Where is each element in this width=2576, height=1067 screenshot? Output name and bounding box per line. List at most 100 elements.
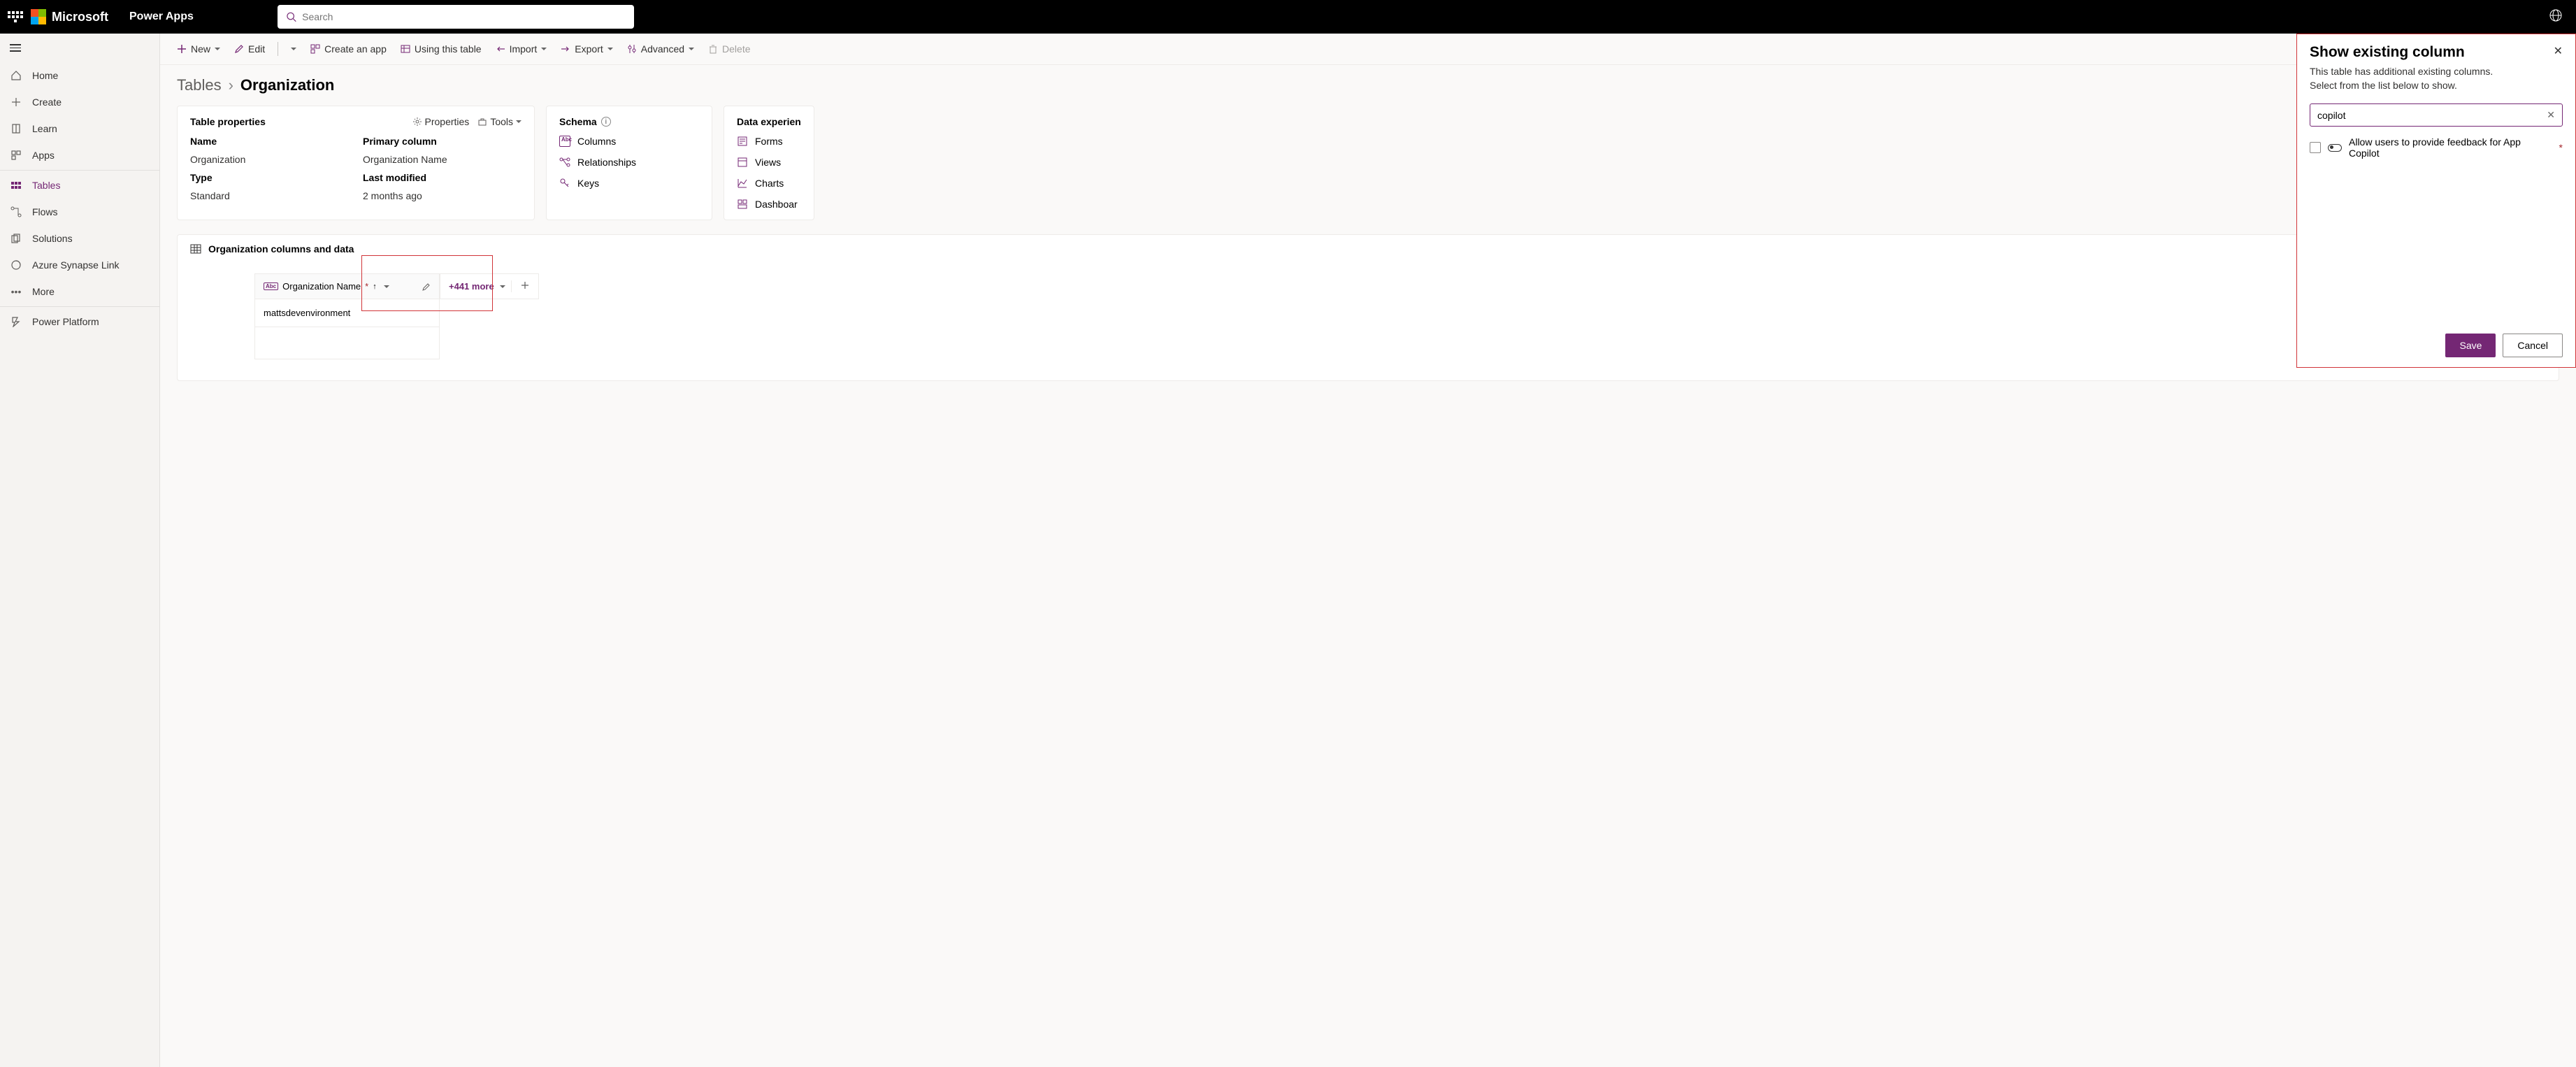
keys-icon xyxy=(559,178,570,189)
breadcrumb-separator: › xyxy=(229,76,233,94)
schema-keys[interactable]: Keys xyxy=(559,178,699,189)
hamburger-icon[interactable] xyxy=(0,34,159,62)
edit-dropdown[interactable] xyxy=(285,43,302,55)
chevron-down-icon xyxy=(291,48,296,50)
close-icon[interactable]: ✕ xyxy=(2554,44,2563,58)
tables-icon xyxy=(10,179,22,192)
exp-charts[interactable]: Charts xyxy=(737,178,801,189)
delete-button[interactable]: Delete xyxy=(703,39,756,59)
charts-icon xyxy=(737,178,748,189)
plus-icon xyxy=(177,44,187,54)
card-title: Data experien xyxy=(737,116,801,127)
toolbox-icon xyxy=(477,117,487,127)
prop-value-primary: Organization Name xyxy=(363,154,521,165)
import-icon xyxy=(496,44,505,54)
advanced-button[interactable]: Advanced xyxy=(621,39,700,59)
globe-icon[interactable] xyxy=(2549,9,2562,25)
create-app-button[interactable]: Create an app xyxy=(305,39,392,59)
sidebar-item-flows[interactable]: Flows xyxy=(0,199,159,225)
show-existing-column-panel: Show existing column ✕ This table has ad… xyxy=(2296,34,2576,368)
pencil-icon xyxy=(234,44,244,54)
exp-forms[interactable]: Forms xyxy=(737,136,801,147)
synapse-icon xyxy=(10,259,22,271)
relationships-icon xyxy=(559,157,570,168)
apps-icon xyxy=(10,149,22,162)
columns-icon: Abc xyxy=(559,136,570,147)
breadcrumb-parent[interactable]: Tables xyxy=(177,76,222,94)
gear-icon xyxy=(412,117,422,127)
chevron-down-icon xyxy=(607,48,613,50)
sidebar-item-home[interactable]: Home xyxy=(0,62,159,89)
sidebar-label: Apps xyxy=(32,150,55,161)
sidebar-item-apps[interactable]: Apps xyxy=(0,142,159,169)
chevron-down-icon xyxy=(689,48,694,50)
required-indicator: * xyxy=(2559,142,2563,153)
dashboard-icon xyxy=(737,199,748,210)
using-table-button[interactable]: Using this table xyxy=(395,39,487,59)
search-icon xyxy=(286,11,296,22)
sidebar-label: More xyxy=(32,286,55,297)
exp-dashboards[interactable]: Dashboar xyxy=(737,199,801,210)
sidebar-item-create[interactable]: Create xyxy=(0,89,159,115)
trash-icon xyxy=(708,44,718,54)
brand-name: Microsoft xyxy=(52,10,108,24)
sidebar-label: Create xyxy=(32,96,62,108)
prop-label-name: Name xyxy=(190,136,349,147)
sidebar-item-tables[interactable]: Tables xyxy=(0,172,159,199)
tools-button[interactable]: Tools xyxy=(477,116,521,127)
import-button[interactable]: Import xyxy=(490,39,553,59)
toggle-type-icon xyxy=(2328,144,2342,152)
more-icon: ••• xyxy=(10,285,22,298)
data-cell[interactable]: mattsdevenvironment xyxy=(254,299,440,327)
sidebar-item-power-platform[interactable]: Power Platform xyxy=(0,308,159,335)
panel-search-input[interactable]: ✕ xyxy=(2310,103,2563,127)
export-button[interactable]: Export xyxy=(555,39,618,59)
sidebar-item-solutions[interactable]: Solutions xyxy=(0,225,159,252)
command-bar: New Edit Create an app Using this table … xyxy=(160,34,2576,65)
plus-icon xyxy=(10,96,22,108)
sidebar: Home Create Learn Apps Tables Flows Solu… xyxy=(0,34,160,1067)
columns-data-section: Organization columns and data Abc Organi… xyxy=(177,234,2559,381)
sidebar-label: Learn xyxy=(32,123,57,134)
prop-label-modified: Last modified xyxy=(363,172,521,183)
search-input[interactable] xyxy=(2317,110,2547,121)
search-box[interactable] xyxy=(278,5,634,29)
new-button[interactable]: New xyxy=(171,39,226,59)
required-indicator: * xyxy=(365,281,368,292)
edit-button[interactable]: Edit xyxy=(229,39,271,59)
views-icon xyxy=(737,157,748,168)
more-columns-button[interactable]: +441 more xyxy=(440,273,539,299)
app-launcher-icon[interactable] xyxy=(7,8,24,25)
schema-columns[interactable]: Abc Columns xyxy=(559,136,699,147)
add-column-button[interactable] xyxy=(511,280,530,292)
cancel-button[interactable]: Cancel xyxy=(2503,334,2563,357)
advanced-icon xyxy=(627,44,637,54)
edit-icon[interactable] xyxy=(422,282,431,291)
schema-relationships[interactable]: Relationships xyxy=(559,157,699,168)
chevron-down-icon[interactable] xyxy=(384,285,389,288)
prop-label-type: Type xyxy=(190,172,349,183)
data-cell-empty[interactable] xyxy=(254,327,440,359)
info-icon[interactable]: i xyxy=(601,117,611,127)
column-header-orgname[interactable]: Abc Organization Name* ↑ xyxy=(254,273,440,299)
breadcrumb-current: Organization xyxy=(240,76,334,94)
table-properties-card: Table properties Properties Tools xyxy=(177,106,535,220)
prop-label-primary: Primary column xyxy=(363,136,521,147)
book-icon xyxy=(10,122,22,135)
app-name: Power Apps xyxy=(129,10,194,23)
sidebar-item-more[interactable]: ••• More xyxy=(0,278,159,305)
clear-icon[interactable]: ✕ xyxy=(2547,109,2555,121)
search-input[interactable] xyxy=(302,11,626,22)
column-result-row[interactable]: Allow users to provide feedback for App … xyxy=(2310,136,2563,159)
chevron-down-icon xyxy=(516,120,521,123)
checkbox[interactable] xyxy=(2310,142,2321,153)
sidebar-label: Azure Synapse Link xyxy=(32,259,120,271)
exp-views[interactable]: Views xyxy=(737,157,801,168)
app-icon xyxy=(310,44,320,54)
sidebar-item-learn[interactable]: Learn xyxy=(0,115,159,142)
table-icon xyxy=(190,243,201,255)
save-button[interactable]: Save xyxy=(2445,334,2496,357)
properties-button[interactable]: Properties xyxy=(412,116,470,127)
forms-icon xyxy=(737,136,748,147)
sidebar-item-synapse[interactable]: Azure Synapse Link xyxy=(0,252,159,278)
